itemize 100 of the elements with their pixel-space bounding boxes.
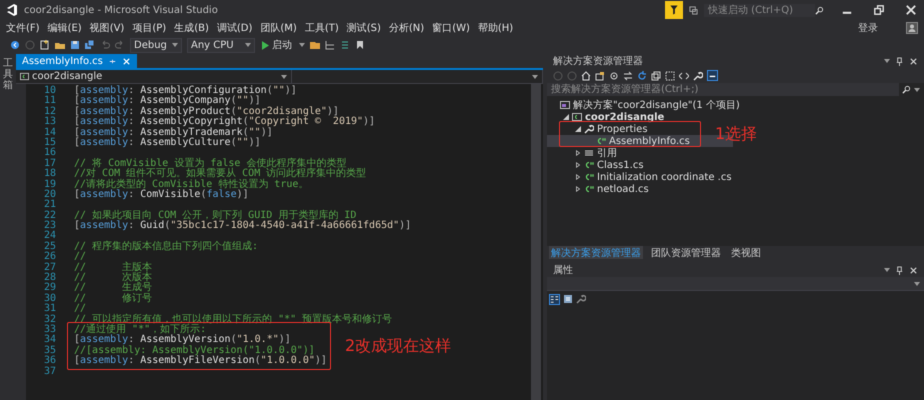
menu-item[interactable]: 项目(P) bbox=[132, 21, 166, 35]
tree-item-label: Properties bbox=[597, 124, 648, 134]
property-pages-icon[interactable] bbox=[563, 294, 573, 304]
line-number: 16 bbox=[42, 148, 57, 158]
code-icon[interactable] bbox=[679, 70, 689, 80]
sync-icon[interactable] bbox=[623, 70, 633, 80]
collapsed-arrow-icon[interactable] bbox=[575, 186, 581, 192]
dropdown-caret-icon[interactable] bbox=[914, 88, 920, 92]
annotation-label: 2改成现在这样 bbox=[345, 336, 452, 356]
save-all-icon[interactable] bbox=[85, 40, 95, 50]
menu-item[interactable]: 视图(V) bbox=[90, 21, 124, 35]
tree-item[interactable]: Initialization coordinate .cs bbox=[547, 171, 738, 183]
panel-tab[interactable]: 解决方案资源管理器 bbox=[549, 246, 643, 260]
switch-views-icon[interactable] bbox=[595, 70, 605, 80]
menu-item[interactable]: 生成(B) bbox=[174, 21, 209, 35]
menu-item[interactable]: 团队(M) bbox=[260, 21, 297, 35]
code-line: // 将 ComVisible 设置为 false 会使此程序集中的类型 bbox=[74, 158, 346, 169]
line-number: 12 bbox=[42, 106, 57, 117]
redo-icon[interactable] bbox=[115, 40, 125, 50]
account-icon[interactable] bbox=[906, 22, 918, 34]
tree-item-label: Class1.cs bbox=[597, 160, 644, 170]
dropdown-caret-icon[interactable] bbox=[884, 59, 890, 63]
menu-item[interactable]: 调试(D) bbox=[216, 21, 252, 35]
menu-item[interactable]: 测试(S) bbox=[346, 21, 381, 35]
code-line: //通过使用 "*"，如下所示: bbox=[74, 324, 206, 335]
code-line: // 如果此项目向 COM 公开，则下列 GUID 用于类型库的 ID bbox=[74, 210, 356, 221]
open-folder-icon[interactable] bbox=[55, 40, 65, 50]
menu-item[interactable]: 窗口(W) bbox=[432, 21, 470, 35]
save-icon[interactable] bbox=[70, 40, 80, 50]
dropdown-caret-icon[interactable] bbox=[914, 282, 920, 286]
home-icon[interactable] bbox=[581, 70, 591, 80]
hierarchy-icon[interactable] bbox=[325, 40, 335, 50]
show-all-files-icon[interactable] bbox=[665, 70, 675, 80]
tree-item[interactable]: Class1.cs bbox=[547, 159, 721, 171]
menu-item[interactable]: 工具(T) bbox=[304, 21, 339, 35]
code-line: // 程序集的版本信息由下列四个值组成: bbox=[74, 242, 258, 252]
refresh-icon[interactable] bbox=[637, 70, 647, 80]
undo-icon[interactable] bbox=[100, 40, 110, 50]
tree-item-label: coor2disangle bbox=[585, 112, 664, 122]
feedback-flag-icon[interactable] bbox=[665, 1, 683, 19]
collapsed-arrow-icon[interactable] bbox=[575, 162, 581, 168]
csharp-file-icon bbox=[584, 160, 594, 170]
line-number: 22 bbox=[42, 210, 57, 221]
sign-in-link[interactable]: 登录 bbox=[858, 21, 878, 35]
wrench-icon[interactable] bbox=[576, 294, 586, 304]
expanded-arrow-icon[interactable] bbox=[563, 114, 569, 120]
code-line: [assembly: AssemblyConfiguration("")] bbox=[74, 86, 297, 96]
close-icon[interactable] bbox=[909, 56, 918, 66]
panel-tab[interactable]: 类视图 bbox=[729, 246, 763, 260]
bookmark-icon[interactable] bbox=[355, 40, 365, 50]
code-line: [assembly: AssemblyProduct("coor2disangle")] bbox=[74, 106, 339, 117]
line-number: 28 bbox=[42, 273, 57, 284]
notification-icon[interactable] bbox=[689, 6, 698, 14]
line-number: 23 bbox=[42, 221, 57, 232]
menu-item[interactable]: 分析(N) bbox=[388, 21, 424, 35]
tree-item[interactable]: 引用 bbox=[547, 147, 721, 159]
dropdown-caret-icon[interactable] bbox=[884, 268, 890, 272]
menu-item[interactable]: 编辑(E) bbox=[48, 21, 82, 35]
code-line: [assembly: AssemblyCulture("")] bbox=[74, 138, 261, 148]
code-line: [assembly: AssemblyFileVersion("1.0.0.0")] bbox=[74, 356, 327, 367]
code-line: // bbox=[74, 252, 86, 262]
close-icon[interactable] bbox=[909, 266, 918, 274]
collapsed-arrow-icon[interactable] bbox=[575, 150, 581, 156]
dropdown-caret-icon[interactable] bbox=[299, 43, 305, 47]
quick-launch-field[interactable]: 快速启动 (Ctrl+Q) bbox=[704, 4, 815, 16]
collapsed-arrow-icon[interactable] bbox=[575, 174, 581, 180]
tree-item[interactable]: coor2disangle bbox=[547, 111, 709, 123]
dropdown-caret-icon[interactable] bbox=[245, 43, 251, 47]
code-line: //[assembly: AssemblyVersion("1.0.0.0")] bbox=[74, 346, 315, 356]
panel-tab[interactable]: 团队资源管理器 bbox=[649, 246, 723, 260]
close-icon[interactable] bbox=[904, 3, 918, 17]
expanded-arrow-icon[interactable] bbox=[575, 126, 581, 132]
code-line: // 主版本 bbox=[74, 262, 152, 273]
dropdown-caret-icon[interactable] bbox=[280, 74, 287, 78]
menu-item[interactable]: 文件(F) bbox=[6, 21, 40, 35]
tree-item[interactable]: 解决方案"coor2disangle"(1 个项目) bbox=[547, 99, 746, 111]
tree-item[interactable]: netload.cs bbox=[547, 183, 721, 195]
line-number: 36 bbox=[42, 356, 57, 366]
categorized-icon[interactable] bbox=[549, 294, 560, 304]
references-icon bbox=[584, 148, 594, 158]
back-icon[interactable] bbox=[10, 40, 20, 50]
vertical-scrollbar[interactable] bbox=[531, 84, 541, 400]
dropdown-caret-icon[interactable] bbox=[532, 74, 538, 78]
start-button[interactable]: 启动 bbox=[260, 38, 294, 52]
line-number: 30 bbox=[42, 294, 57, 304]
code-line: // 修订号 bbox=[74, 294, 152, 304]
new-project-icon[interactable] bbox=[40, 40, 50, 50]
line-number: 26 bbox=[42, 252, 57, 262]
line-number: 13 bbox=[42, 117, 57, 128]
dropdown-caret-icon[interactable] bbox=[172, 43, 178, 47]
search-field[interactable]: 搜索解决方案资源管理器(Ctrl+;) bbox=[547, 83, 899, 96]
configuration-dropdown[interactable]: Debug bbox=[130, 38, 182, 52]
line-number: 24 bbox=[42, 231, 57, 242]
restore-icon[interactable] bbox=[872, 3, 886, 17]
wrench-icon bbox=[584, 124, 594, 134]
csharp-file-icon bbox=[584, 172, 594, 182]
line-number: 32 bbox=[42, 314, 57, 325]
platform-dropdown[interactable]: Any CPU bbox=[187, 38, 255, 52]
menu-item[interactable]: 帮助(H) bbox=[478, 21, 514, 35]
collapse-all-icon[interactable] bbox=[651, 70, 661, 80]
